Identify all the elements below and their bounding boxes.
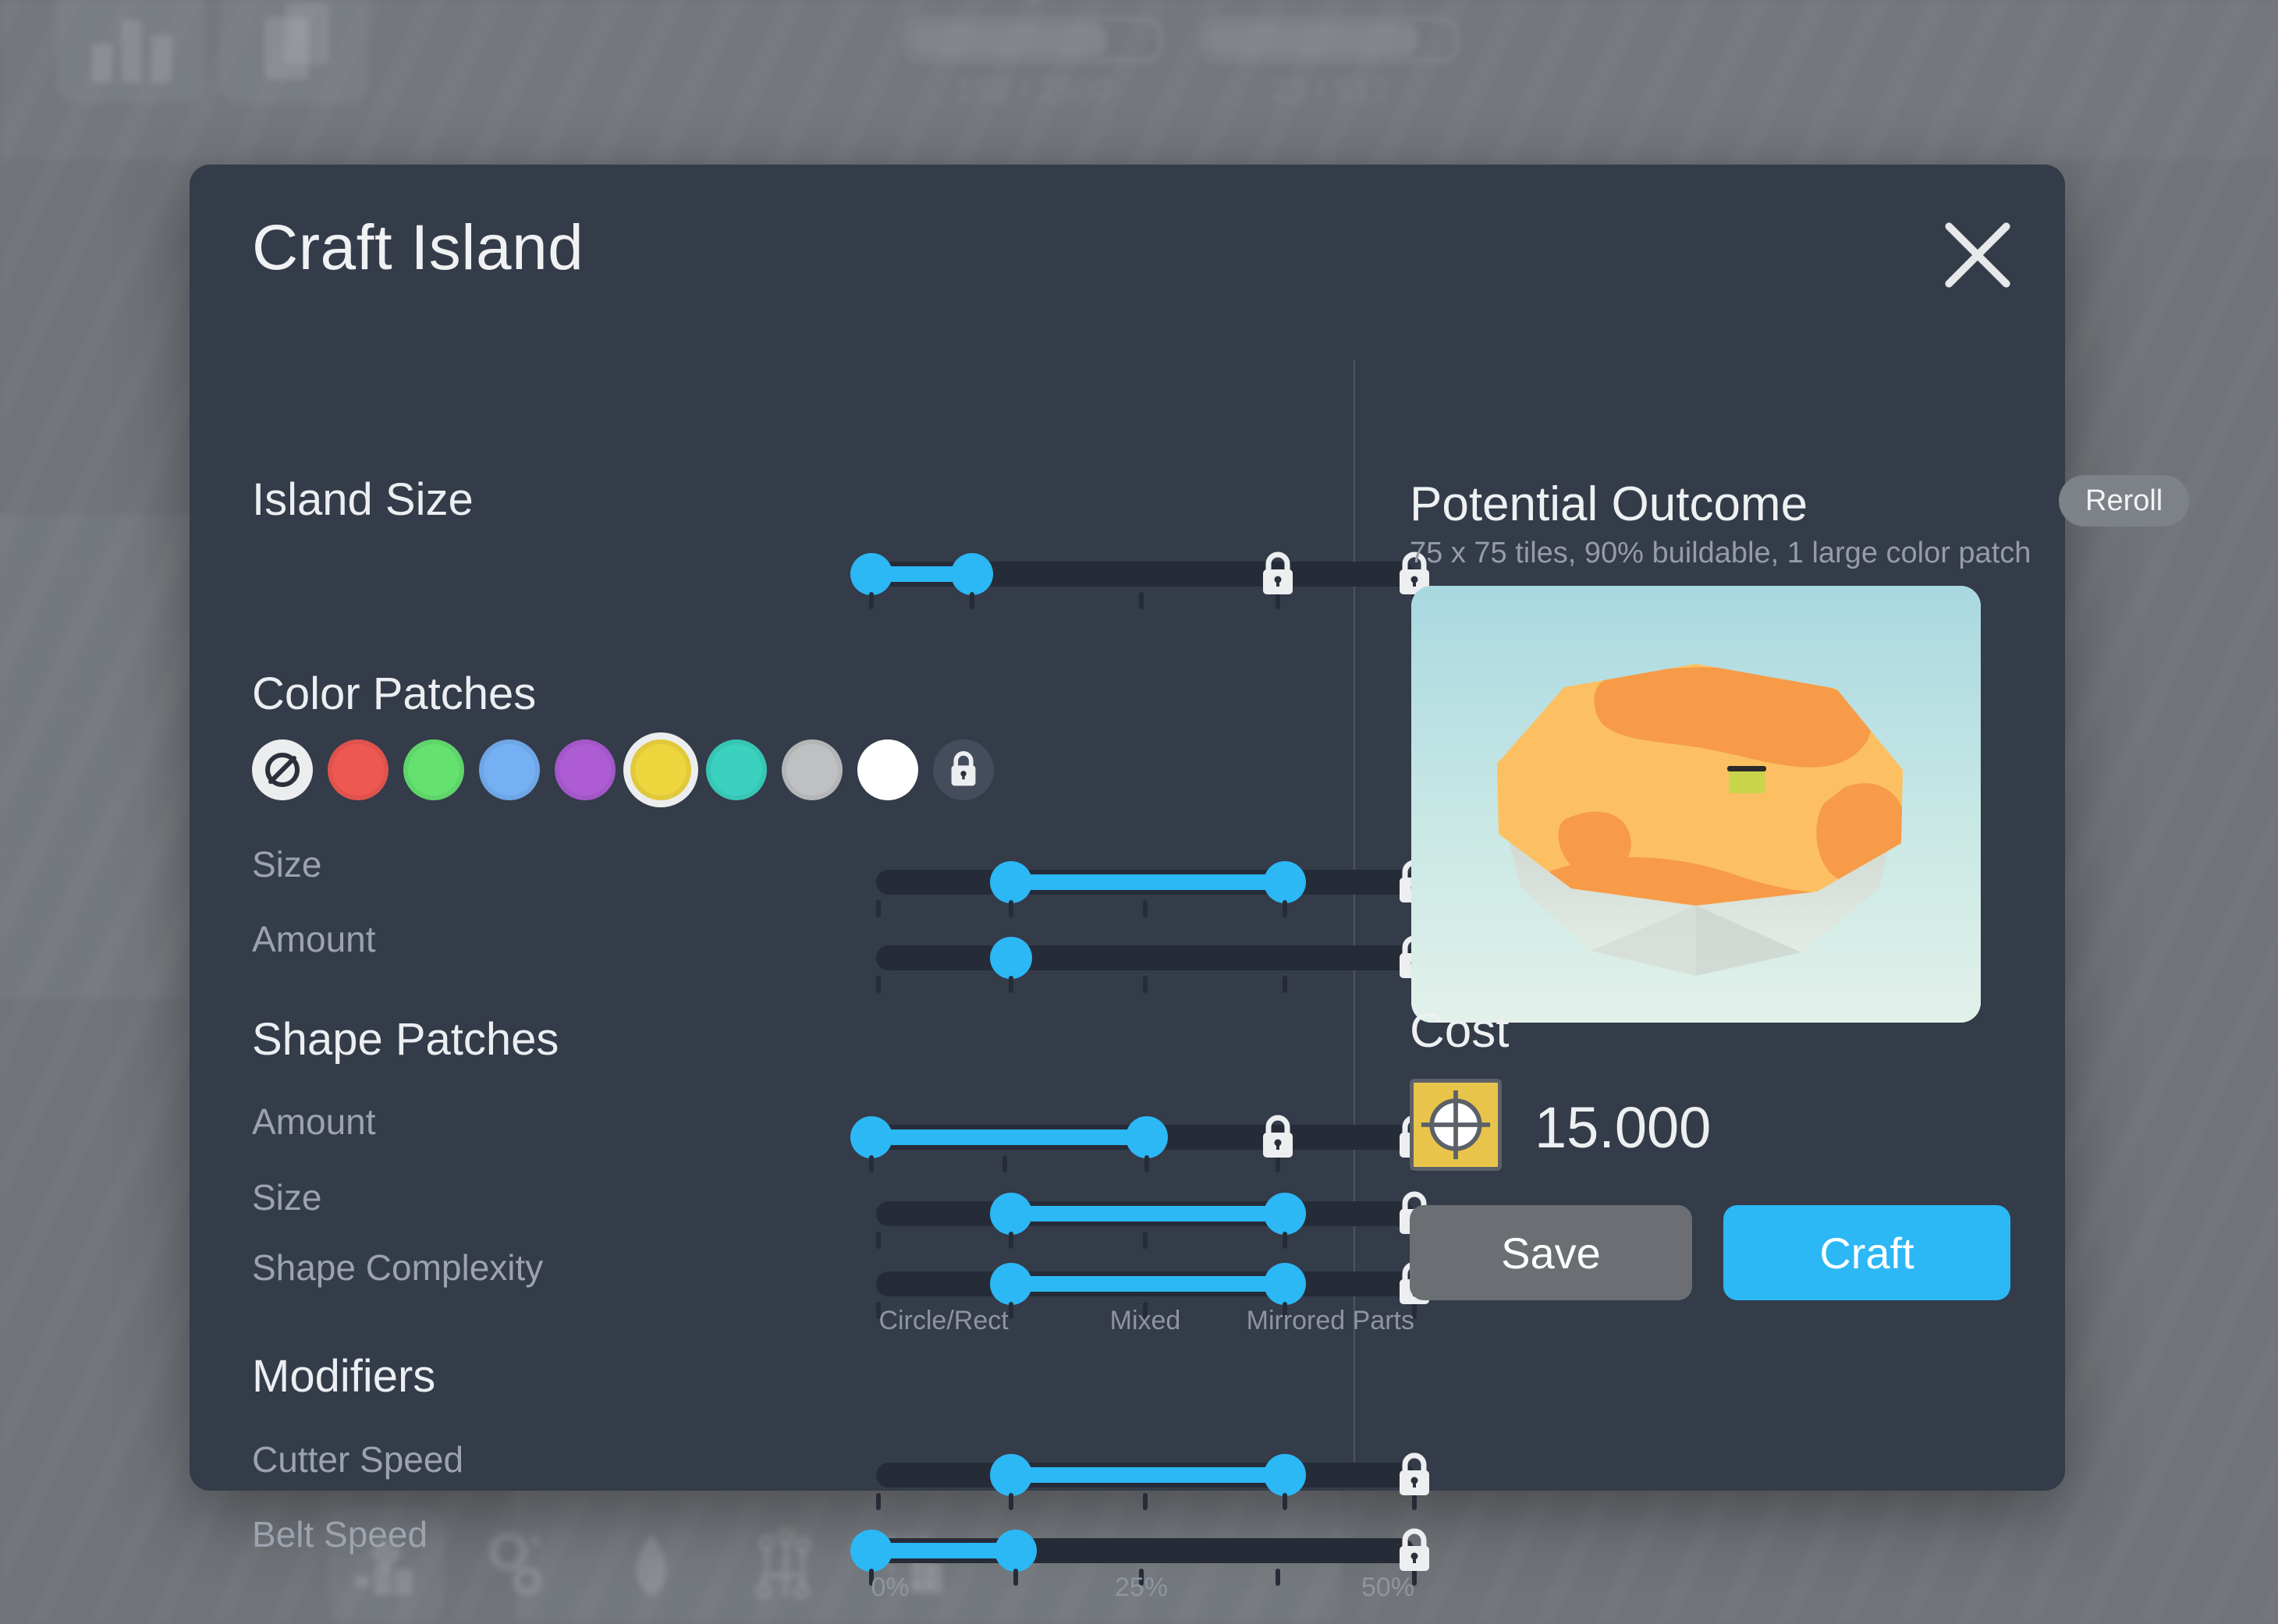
scale-label: 0% (871, 1573, 910, 1602)
cost-title: Cost (1410, 1004, 1510, 1058)
color-swatch-row[interactable] (252, 739, 994, 800)
slider-handle-max[interactable] (951, 553, 993, 595)
slider-track[interactable] (876, 945, 1414, 970)
slider-handle-min[interactable] (850, 553, 892, 595)
belt-speed-slider[interactable] (850, 1523, 1429, 1586)
slider-handle-max[interactable] (1126, 1116, 1168, 1158)
slider-handle-min[interactable] (989, 861, 1032, 903)
slider-handle-max[interactable] (1264, 1193, 1307, 1235)
slider-fill (1010, 1276, 1286, 1292)
scale-label: 25% (1114, 1573, 1169, 1602)
slider-ticks (876, 900, 1417, 919)
scale-label: Mixed (1109, 1306, 1181, 1335)
color-swatch-inner (559, 744, 611, 796)
craft-button[interactable]: Craft (1723, 1205, 2010, 1300)
color-swatch-locked[interactable] (933, 739, 994, 800)
outcome-column: Potential Outcome Reroll 75 x 75 tiles, … (1355, 165, 2190, 1491)
lock-icon[interactable] (1257, 550, 1299, 600)
color-swatch-inner (484, 744, 535, 796)
island-size-slider[interactable] (850, 547, 1429, 609)
shape-size-slider[interactable] (876, 1186, 1429, 1249)
slider-ticks (876, 1493, 1417, 1512)
slider-handle-min[interactable] (989, 1263, 1032, 1305)
color-amount-label: Amount (252, 919, 376, 959)
slider-handle-max[interactable] (995, 1530, 1037, 1572)
color-swatch-yellow[interactable] (630, 739, 691, 800)
cutter-speed-label: Cutter Speed (252, 1439, 464, 1480)
craft-island-dialog: Craft Island Island Size Color Patches S… (190, 165, 2190, 1602)
scale-label: Circle/Rect (878, 1306, 1009, 1335)
shape-patches-heading: Shape Patches (252, 1014, 559, 1065)
slider-handle-max[interactable] (1264, 861, 1307, 903)
lock-icon[interactable] (1257, 1113, 1299, 1163)
modifiers-heading: Modifiers (252, 1351, 436, 1402)
settings-column: Island Size Color Patches Size Amount Sh… (190, 165, 1429, 1602)
save-button[interactable]: Save (1410, 1205, 1692, 1300)
shape-amount-label: Amount (252, 1101, 376, 1142)
island-preview[interactable] (1411, 586, 1981, 1023)
reroll-button[interactable]: Reroll (2059, 475, 2190, 527)
slider-handle-min[interactable] (850, 1116, 892, 1158)
island-size-label: Island Size (252, 474, 474, 525)
color-swatch-inner (711, 744, 762, 796)
color-swatch-inner (332, 744, 384, 796)
cutter-speed-slider[interactable] (876, 1448, 1429, 1510)
shape-complexity-label: Shape Complexity (252, 1247, 544, 1288)
belt-speed-scale: 0% 25% 50% (868, 1573, 1415, 1612)
slider-fill (1010, 1206, 1286, 1222)
belt-speed-label: Belt Speed (252, 1514, 428, 1555)
color-swatch-inner (786, 744, 838, 796)
color-swatch-inner (862, 744, 914, 796)
slider-ticks (868, 1155, 1417, 1174)
color-swatch-teal[interactable] (706, 739, 767, 800)
shape-amount-slider[interactable] (850, 1110, 1429, 1172)
color-amount-slider[interactable] (876, 931, 1429, 993)
slider-ticks (876, 976, 1417, 995)
slider-handle-min[interactable] (850, 1530, 892, 1572)
shape-complexity-slider[interactable] (876, 1257, 1429, 1319)
color-swatch-none[interactable] (252, 739, 313, 800)
color-swatch-green[interactable] (403, 739, 464, 800)
potential-outcome-title: Potential Outcome (1410, 477, 1808, 531)
color-size-label: Size (252, 844, 322, 885)
color-swatch-white[interactable] (857, 739, 918, 800)
cost-value: 15.000 (1535, 1095, 1712, 1160)
slider-handle-max[interactable] (1264, 1263, 1307, 1305)
color-size-slider[interactable] (876, 855, 1429, 917)
color-swatch-gray[interactable] (782, 739, 843, 800)
color-swatch-inner (408, 744, 460, 796)
slider-handle[interactable] (989, 937, 1032, 979)
crosshair-coin-icon (1410, 1079, 1502, 1171)
color-patches-heading: Color Patches (252, 668, 537, 719)
color-swatch-blue[interactable] (479, 739, 540, 800)
outcome-summary: 75 x 75 tiles, 90% buildable, 1 large co… (1410, 537, 2031, 569)
slider-handle-max[interactable] (1264, 1454, 1307, 1496)
lock-icon[interactable] (1393, 1526, 1435, 1576)
shape-complexity-scale: Circle/Rect Mixed Mirrored Parts (876, 1306, 1414, 1345)
slider-fill (1010, 874, 1286, 890)
slider-handle-min[interactable] (989, 1193, 1032, 1235)
slider-fill (1010, 1467, 1286, 1483)
slider-ticks (876, 1232, 1417, 1250)
scale-label: 50% (1361, 1573, 1414, 1602)
shape-size-label: Size (252, 1177, 322, 1218)
color-swatch-purple[interactable] (555, 739, 616, 800)
color-swatch-inner (635, 744, 687, 796)
slider-ticks (868, 592, 1417, 611)
color-swatch-red[interactable] (328, 739, 389, 800)
slider-handle-min[interactable] (989, 1454, 1032, 1496)
slider-fill (871, 1129, 1147, 1145)
